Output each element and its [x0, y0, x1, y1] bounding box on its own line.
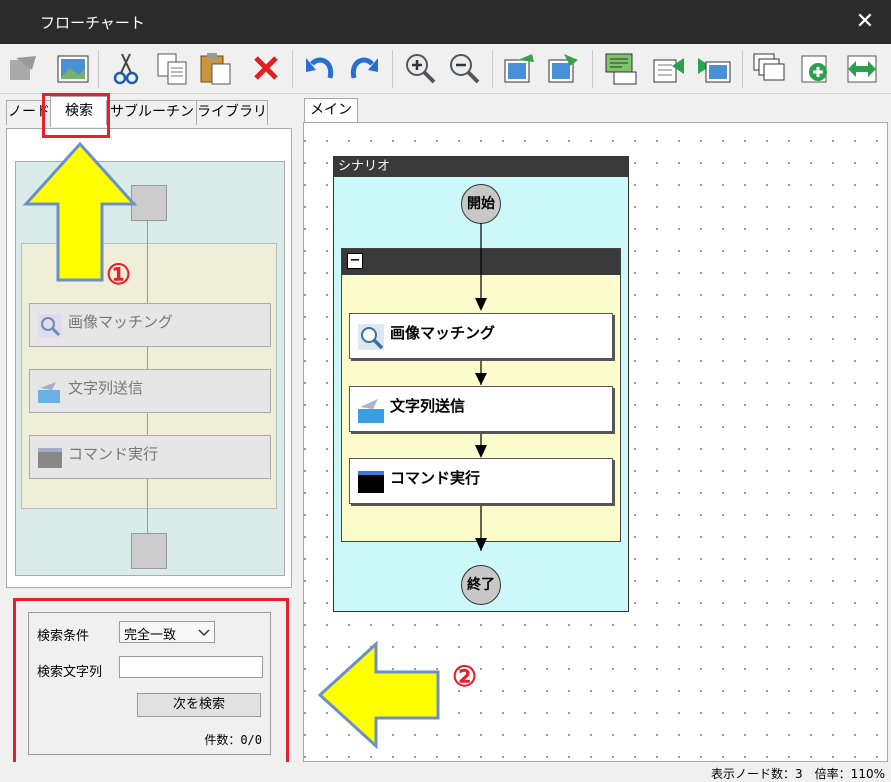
preview-node-label: 文字列送信 — [68, 379, 144, 397]
screen-capture-icon[interactable] — [602, 50, 638, 86]
highlight-search-panel — [13, 598, 289, 768]
window-title: フローチャート — [40, 14, 145, 32]
node-icon[interactable] — [6, 50, 42, 86]
title-bar: フローチャート ✕ — [0, 0, 891, 44]
close-icon[interactable]: ✕ — [845, 6, 885, 38]
end-node[interactable]: 終了 — [461, 565, 501, 605]
import-icon[interactable] — [502, 50, 538, 86]
start-node[interactable]: 開始 — [461, 184, 501, 224]
node-label: コマンド実行 — [390, 469, 481, 487]
send-text-icon — [358, 399, 384, 423]
preview-node-command[interactable]: コマンド実行 — [29, 435, 271, 479]
annotation-arrow-left — [317, 640, 440, 750]
image-icon[interactable] — [54, 50, 90, 86]
magnifier-icon — [38, 314, 62, 338]
terminal-icon — [38, 448, 62, 468]
move-left-icon[interactable] — [650, 50, 686, 86]
delete-icon[interactable] — [248, 50, 284, 86]
undo-icon[interactable] — [302, 50, 338, 86]
terminal-icon — [358, 471, 384, 493]
send-text-icon — [38, 382, 60, 403]
tab-main[interactable]: メイン — [304, 98, 358, 123]
collapse-toggle-icon[interactable]: − — [347, 253, 363, 269]
layer-icon[interactable] — [752, 50, 788, 86]
annotation-marker-1: ① — [106, 258, 132, 291]
annotation-marker-2: ② — [452, 660, 478, 693]
tab-subroutine[interactable]: サブルーチン — [106, 100, 198, 125]
swap-icon[interactable] — [844, 50, 880, 86]
preview-node-image-match[interactable]: 画像マッチング — [29, 303, 271, 347]
node-image-match[interactable]: 画像マッチング — [349, 313, 613, 359]
node-label: 画像マッチング — [390, 324, 496, 342]
copy-icon[interactable] — [154, 50, 190, 86]
zoom-in-icon[interactable] — [402, 50, 438, 86]
node-send-text[interactable]: 文字列送信 — [349, 386, 613, 432]
zoom-out-icon[interactable] — [446, 50, 482, 86]
redo-icon[interactable] — [346, 50, 382, 86]
paste-icon[interactable] — [198, 50, 234, 86]
node-command[interactable]: コマンド実行 — [349, 458, 613, 504]
preview-node-label: コマンド実行 — [68, 445, 159, 463]
export-icon[interactable] — [546, 50, 582, 86]
add-node-icon[interactable] — [798, 50, 834, 86]
preview-end-node — [131, 533, 167, 569]
status-text: 表示ノード数：3 倍率：110% — [711, 767, 885, 781]
scenario-header: シナリオ — [334, 157, 628, 177]
cut-icon[interactable] — [108, 50, 144, 86]
preview-node-label: 画像マッチング — [68, 313, 174, 331]
status-bar: 表示ノード数：3 倍率：110% — [0, 762, 891, 782]
move-right-icon[interactable] — [696, 50, 732, 86]
node-label: 文字列送信 — [390, 397, 466, 415]
magnifier-icon — [358, 324, 384, 350]
tab-library[interactable]: ライブラリ — [196, 100, 268, 125]
preview-node-send-text[interactable]: 文字列送信 — [29, 369, 271, 413]
highlight-search-tab — [42, 93, 110, 138]
